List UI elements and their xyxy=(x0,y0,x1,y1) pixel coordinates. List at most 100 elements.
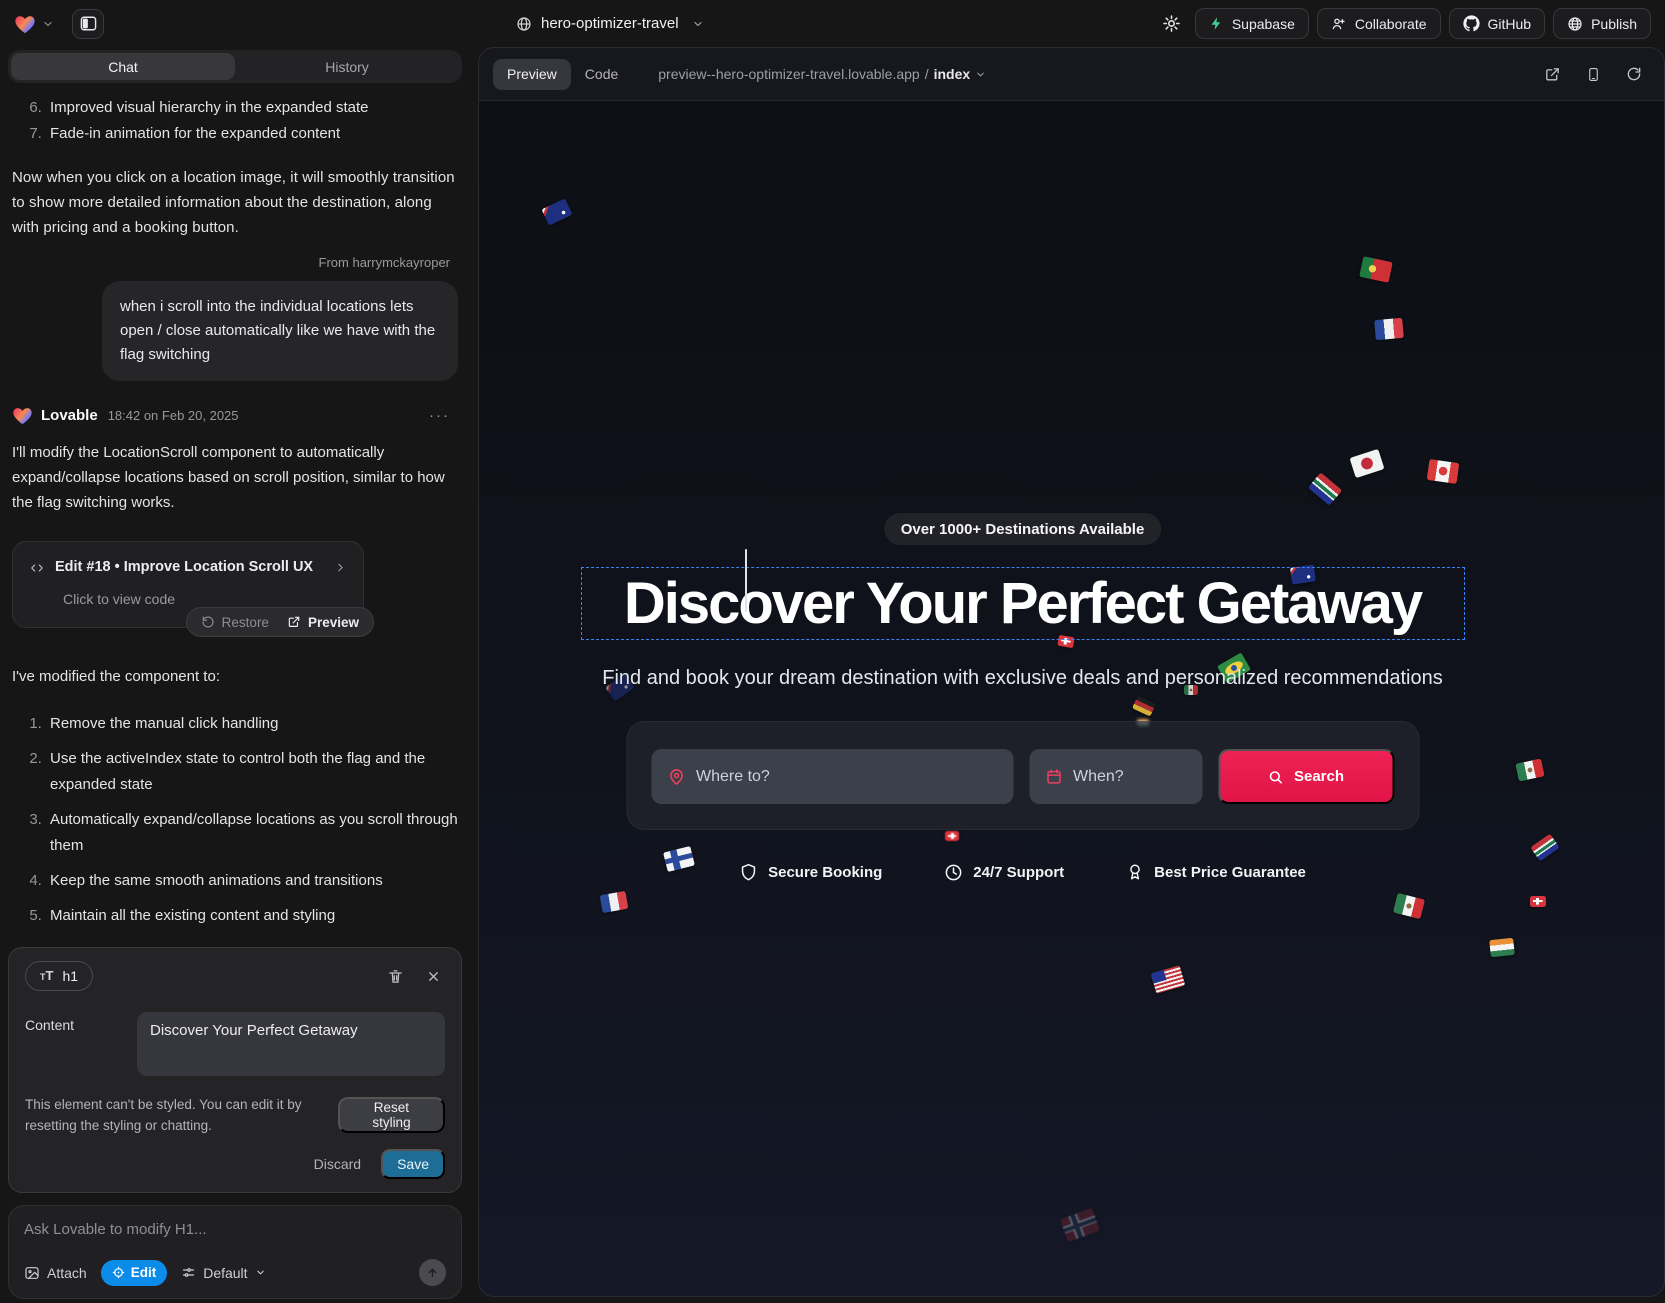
list-item: Maintain all the existing content and st… xyxy=(46,903,458,929)
github-label: GitHub xyxy=(1488,16,1532,32)
trash-icon[interactable] xyxy=(387,968,404,985)
assistant-name: Lovable xyxy=(41,403,98,428)
settings-button[interactable] xyxy=(1156,8,1187,39)
target-icon xyxy=(112,1266,125,1279)
save-button[interactable]: Save xyxy=(381,1149,445,1179)
search-icon xyxy=(1268,769,1284,785)
search-label: Search xyxy=(1294,768,1344,785)
shield-icon xyxy=(739,862,758,882)
model-selector-label: Default xyxy=(203,1265,247,1281)
lovable-logo-icon[interactable] xyxy=(14,14,36,34)
collaborate-icon xyxy=(1331,16,1347,32)
publish-globe-icon xyxy=(1567,16,1583,32)
calendar-icon xyxy=(1045,768,1062,785)
url-page: index xyxy=(934,66,971,82)
when-input[interactable]: When? xyxy=(1029,749,1202,804)
features-row: Secure Booking 24/7 Support Best Price G… xyxy=(479,862,1566,882)
globe-icon xyxy=(516,16,532,32)
project-switcher[interactable]: hero-optimizer-travel xyxy=(516,15,704,32)
hero-section: Over 1000+ Destinations Available Discov… xyxy=(479,101,1566,1296)
model-selector[interactable]: Default xyxy=(181,1265,265,1281)
destinations-badge: Over 1000+ Destinations Available xyxy=(884,513,1162,545)
reset-styling-button[interactable]: Reset styling xyxy=(338,1097,445,1133)
chat-scroll-area[interactable]: Improved visual hierarchy in the expande… xyxy=(8,83,462,947)
open-in-new-tab-icon[interactable] xyxy=(1544,66,1561,83)
tab-chat[interactable]: Chat xyxy=(11,53,235,80)
element-tag-pill[interactable]: TT h1 xyxy=(25,961,93,991)
message-author-label: From harrymckayroper xyxy=(12,250,458,275)
element-tag-label: h1 xyxy=(62,968,78,984)
refresh-icon[interactable] xyxy=(1626,66,1642,82)
url-chevron-down-icon xyxy=(975,69,986,80)
project-name: hero-optimizer-travel xyxy=(541,15,679,32)
restore-label: Restore xyxy=(222,610,269,635)
assistant-paragraph: Now when you click on a location image, … xyxy=(12,165,458,240)
preview-url[interactable]: preview--hero-optimizer-travel.lovable.a… xyxy=(658,66,986,82)
restore-preview-pill: Restore Preview xyxy=(186,607,374,637)
list-item: Keep the same smooth animations and tran… xyxy=(46,868,458,894)
sidebar-toggle-button[interactable] xyxy=(72,9,104,39)
edit-mode-label: Edit xyxy=(131,1265,157,1280)
sliders-icon xyxy=(181,1265,196,1280)
preview-button[interactable]: Preview xyxy=(287,610,359,635)
restore-icon xyxy=(201,615,215,629)
preview-panel: Preview Code preview--hero-optimizer-tra… xyxy=(478,47,1665,1297)
preview-label: Preview xyxy=(308,610,359,635)
element-editor-panel: TT h1 Content Discover Your Perfect Geta… xyxy=(8,947,462,1193)
message-more-button[interactable]: ··· xyxy=(429,403,458,428)
styling-note: This element can't be styled. You can ed… xyxy=(25,1094,338,1136)
tab-code[interactable]: Code xyxy=(571,59,632,90)
search-bar: Where to? When? Search xyxy=(626,721,1419,830)
feature-label: 24/7 Support xyxy=(973,864,1064,881)
user-message-bubble: when i scroll into the individual locati… xyxy=(102,281,458,381)
publish-label: Publish xyxy=(1591,16,1637,32)
tab-preview[interactable]: Preview xyxy=(493,59,571,90)
text-caret xyxy=(745,549,747,612)
tab-history[interactable]: History xyxy=(235,53,459,80)
publish-button[interactable]: Publish xyxy=(1553,8,1651,39)
edit-mode-pill[interactable]: Edit xyxy=(101,1260,168,1286)
topbar: hero-optimizer-travel Supabase xyxy=(0,0,1665,47)
list-item: Use the activeIndex state to control bot… xyxy=(46,746,458,798)
list-item: Automatically expand/collapse locations … xyxy=(46,807,458,859)
collaborate-label: Collaborate xyxy=(1355,16,1427,32)
external-link-icon xyxy=(287,615,301,629)
preview-viewport: Over 1000+ Destinations Available Discov… xyxy=(479,101,1664,1296)
supabase-icon xyxy=(1209,16,1224,31)
clock-icon xyxy=(944,863,963,882)
typography-icon: TT xyxy=(40,968,53,984)
collaborate-button[interactable]: Collaborate xyxy=(1317,8,1441,39)
feature-label: Secure Booking xyxy=(768,864,882,881)
code-brackets-icon xyxy=(29,561,45,575)
edit-card-title: Edit #18 • Improve Location Scroll UX xyxy=(55,555,313,580)
where-to-input[interactable]: Where to? xyxy=(651,749,1013,804)
content-textarea[interactable]: Discover Your Perfect Getaway xyxy=(137,1012,445,1076)
chat-composer: Ask Lovable to modify H1... Attach Edit xyxy=(8,1205,462,1299)
feature-secure-booking: Secure Booking xyxy=(739,862,882,882)
composer-input[interactable]: Ask Lovable to modify H1... xyxy=(24,1221,446,1238)
mobile-view-icon[interactable] xyxy=(1586,66,1601,83)
list-item: Fade-in animation for the expanded conte… xyxy=(46,121,458,146)
attach-button[interactable]: Attach xyxy=(24,1265,87,1281)
logo-chevron-down-icon[interactable] xyxy=(42,18,54,30)
url-host: preview--hero-optimizer-travel.lovable.a… xyxy=(658,66,919,82)
supabase-button[interactable]: Supabase xyxy=(1195,8,1309,39)
search-button[interactable]: Search xyxy=(1218,749,1394,804)
send-button[interactable] xyxy=(419,1259,446,1286)
github-button[interactable]: GitHub xyxy=(1449,8,1546,39)
supabase-label: Supabase xyxy=(1232,16,1295,32)
assistant-list-continued: Improved visual hierarchy in the expande… xyxy=(12,95,458,146)
chat-sidebar: Chat History Improved visual hierarchy i… xyxy=(0,47,470,1303)
close-icon[interactable] xyxy=(426,969,441,984)
hero-subtitle: Find and book your dream destination wit… xyxy=(479,667,1566,690)
github-icon xyxy=(1463,15,1480,32)
discard-button[interactable]: Discard xyxy=(314,1156,361,1172)
attach-label: Attach xyxy=(47,1265,87,1281)
content-field-label: Content xyxy=(25,1012,137,1076)
lovable-heart-icon xyxy=(12,406,33,425)
award-icon xyxy=(1126,862,1144,882)
list-item: Improved visual hierarchy in the expande… xyxy=(46,95,458,120)
image-icon xyxy=(24,1265,40,1281)
selected-h1-element[interactable]: Discover Your Perfect Getaway xyxy=(581,567,1465,640)
restore-button[interactable]: Restore xyxy=(201,610,269,635)
